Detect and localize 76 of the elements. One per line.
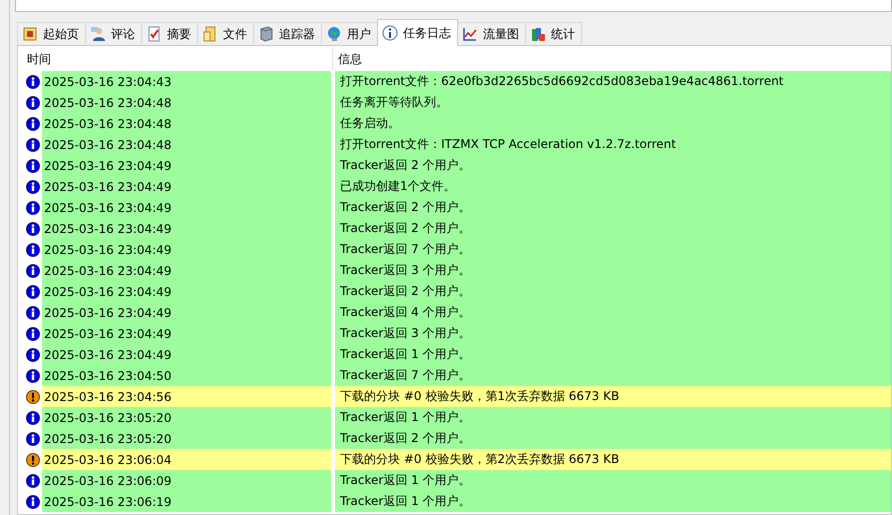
info-icon (26, 116, 40, 130)
time-cell: 2025-03-16 23:04:49 (42, 155, 331, 176)
info-icon (26, 96, 40, 110)
time-cell: 2025-03-16 23:06:19 (42, 491, 331, 512)
time-cell: 2025-03-16 23:04:43 (42, 71, 331, 92)
message-cell: 任务离开等待队列。 (335, 92, 891, 113)
message-cell: Tracker返回 1 个用户。 (335, 470, 891, 491)
tab[interactable]: 起始页 (17, 22, 86, 45)
time-cell: 2025-03-16 23:04:49 (42, 260, 331, 281)
info-icon (26, 326, 40, 340)
time-cell: 2025-03-16 23:04:50 (42, 365, 331, 386)
tab[interactable]: 统计 (525, 22, 582, 45)
time-cell: 2025-03-16 23:04:49 (42, 323, 331, 344)
time-cell: 2025-03-16 23:06:04 (42, 449, 331, 470)
info-icon (26, 474, 40, 488)
info-icon (26, 410, 40, 424)
message-cell: 下载的分块 #0 校验失败，第1次丢弃数据 6673 KB (335, 386, 891, 407)
message-cell: Tracker返回 1 个用户。 (335, 491, 891, 512)
info-icon (382, 25, 398, 41)
info-icon (26, 306, 40, 320)
tab[interactable]: 任务日志 (377, 19, 458, 46)
time-cell: 2025-03-16 23:04:49 (42, 344, 331, 365)
info-icon (26, 74, 40, 88)
message-cell: 任务启动。 (335, 113, 891, 134)
warning-icon (26, 452, 40, 466)
info-icon (26, 242, 40, 256)
message-cell: Tracker返回 2 个用户。 (335, 281, 891, 302)
document-icon (202, 26, 218, 42)
column-header[interactable]: 信息 (333, 48, 891, 71)
message-cell: Tracker返回 4 个用户。 (335, 302, 891, 323)
info-icon (26, 138, 40, 152)
time-cell: 2025-03-16 23:04:49 (42, 239, 331, 260)
info-icon (26, 494, 40, 508)
info-icon (26, 432, 40, 446)
message-cell: Tracker返回 2 个用户。 (335, 197, 891, 218)
info-icon (26, 284, 40, 298)
page-icon (22, 26, 38, 42)
line-chart-icon (462, 26, 478, 42)
time-cell: 2025-03-16 23:04:49 (42, 281, 331, 302)
message-cell: Tracker返回 1 个用户。 (335, 344, 891, 365)
time-cell: 2025-03-16 23:04:49 (42, 302, 331, 323)
message-cell: Tracker返回 7 个用户。 (335, 365, 891, 386)
message-cell: Tracker返回 7 个用户。 (335, 239, 891, 260)
checklist-icon (146, 26, 162, 42)
message-cell: 下载的分块 #0 校验失败，第2次丢弃数据 6673 KB (335, 449, 891, 470)
message-cell: 打开torrent文件：62e0fb3d2265bc5d6692cd5d083eba19e4ac4861.torrent (335, 71, 891, 92)
info-icon (26, 222, 40, 236)
server-icon (258, 26, 274, 42)
info-icon (26, 200, 40, 214)
time-cell: 2025-03-16 23:05:20 (42, 428, 331, 449)
bottles-icon (530, 26, 546, 42)
time-cell: 2025-03-16 23:04:49 (42, 197, 331, 218)
globe-icon (326, 26, 342, 42)
info-icon (26, 368, 40, 382)
time-cell: 2025-03-16 23:05:20 (42, 407, 331, 428)
time-cell: 2025-03-16 23:04:56 (42, 386, 331, 407)
time-cell: 2025-03-16 23:04:49 (42, 218, 331, 239)
message-cell: Tracker返回 2 个用户。 (335, 428, 891, 449)
warning-icon (26, 390, 40, 404)
message-cell: Tracker返回 3 个用户。 (335, 323, 891, 344)
message-cell: 已成功创建1个文件。 (335, 176, 891, 197)
time-cell: 2025-03-16 23:04:48 (42, 113, 331, 134)
person-icon (90, 26, 106, 42)
message-cell: Tracker返回 2 个用户。 (335, 155, 891, 176)
message-cell: Tracker返回 2 个用户。 (335, 218, 891, 239)
message-cell: Tracker返回 1 个用户。 (335, 407, 891, 428)
time-cell: 2025-03-16 23:04:48 (42, 92, 331, 113)
time-cell: 2025-03-16 23:04:49 (42, 176, 331, 197)
info-icon (26, 180, 40, 194)
message-cell: Tracker返回 3 个用户。 (335, 260, 891, 281)
message-cell: 打开torrent文件：ITZMX TCP Acceleration v1.2.7z.torrent (335, 134, 891, 155)
time-cell: 2025-03-16 23:04:48 (42, 134, 331, 155)
info-icon (26, 158, 40, 172)
info-icon (26, 348, 40, 362)
time-cell: 2025-03-16 23:06:09 (42, 470, 331, 491)
info-icon (26, 264, 40, 278)
